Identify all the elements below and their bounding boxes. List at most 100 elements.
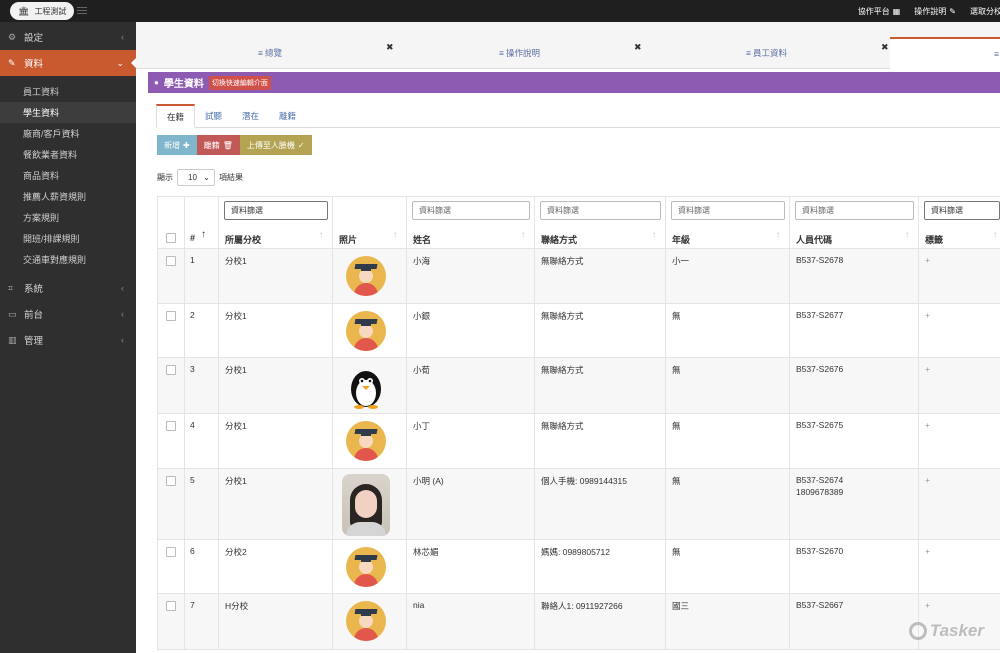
sidebar-item-staff[interactable]: 員工資料 <box>0 81 136 102</box>
row-checkbox[interactable] <box>166 365 176 375</box>
select-all-checkbox[interactable] <box>166 233 176 243</box>
sidebar-group-data[interactable]: ✎ 資料 ⌄ <box>0 50 137 76</box>
add-tag-button[interactable]: + <box>925 475 930 485</box>
tab-enrolled[interactable]: 在籍 <box>156 104 196 128</box>
sidebar-group-settings[interactable]: ⚙ 設定 ‹ <box>0 24 136 50</box>
close-icon[interactable]: ✖ <box>881 42 889 53</box>
row-branch: 分校1 <box>225 365 247 375</box>
header-contact[interactable]: 聯絡方式 <box>541 233 577 246</box>
row-grade: 國三 <box>672 601 690 611</box>
sort-icon[interactable]: ↑ <box>905 230 909 239</box>
sort-icon[interactable]: ↑ <box>993 230 997 239</box>
tab-trial[interactable]: 試聽 <box>195 104 232 128</box>
sort-icon[interactable]: ↑ <box>521 230 525 239</box>
sidebar-item-class-rules[interactable]: 開班/排課規則 <box>0 228 136 249</box>
column-filter-input[interactable]: 資料篩選 <box>671 201 785 220</box>
sidebar-group-frontend[interactable]: ▭ 前台 ‹ <box>0 301 136 327</box>
sidebar-item-caterers[interactable]: 餐飲業者資料 <box>0 144 136 165</box>
sidebar-item-bus-rules[interactable]: 交通車對應規則 <box>0 249 136 270</box>
column-filter-input[interactable]: 資料篩選 <box>924 201 1000 220</box>
header-code[interactable]: 人員代碼 <box>796 233 832 246</box>
sidebar-item-referral-rules[interactable]: 推薦人薪資規則 <box>0 186 136 207</box>
row-contact: 無聯絡方式 <box>541 311 584 321</box>
student-avatar-graduate-icon[interactable] <box>346 311 386 351</box>
header-branch[interactable]: 所屬分校 <box>225 233 261 246</box>
student-avatar-graduate-icon[interactable] <box>346 547 386 587</box>
tab-left[interactable]: 離籍 <box>269 104 306 128</box>
column-filter-input[interactable]: 資料篩選 <box>540 201 661 220</box>
row-grade: 小一 <box>672 256 690 266</box>
sidebar-group-manage[interactable]: ▥ 管理 ‹ <box>0 327 136 353</box>
column-filter-input[interactable]: 資料篩選 <box>412 201 530 220</box>
sort-icon[interactable]: ↑ <box>393 230 397 239</box>
header-num[interactable]: # <box>190 233 195 243</box>
column-filter-input[interactable]: 資料篩選 <box>224 201 328 220</box>
tab-staff[interactable]: ≡ 員工資料 ✖ <box>646 38 890 68</box>
top-nav-help[interactable]: 操作說明 ✎ <box>914 6 956 17</box>
add-tag-button[interactable]: + <box>925 600 930 610</box>
add-tag-button[interactable]: + <box>925 255 930 265</box>
page-length-select[interactable]: 10 ⌄ <box>177 168 215 186</box>
tab-help[interactable]: ≡ 操作說明 ✖ <box>396 38 642 68</box>
row-checkbox[interactable] <box>166 256 176 266</box>
menu-toggle-icon[interactable] <box>77 5 87 15</box>
student-photo[interactable] <box>342 474 390 536</box>
student-avatar-graduate-icon[interactable] <box>346 256 386 296</box>
student-avatar-graduate-icon[interactable] <box>346 601 386 641</box>
header-tag[interactable]: 標籤 <box>925 233 943 246</box>
bank-icon: 🏛 <box>18 5 30 16</box>
tab-students-active[interactable]: ≡ <box>890 37 1000 69</box>
sidebar-group-label: 前台 <box>24 310 44 321</box>
sort-icon[interactable]: ↑ <box>776 230 780 239</box>
row-checkbox[interactable] <box>166 547 176 557</box>
sidebar-item-plan-rules[interactable]: 方案規則 <box>0 207 136 228</box>
tag-icon: ⌗ <box>8 282 14 293</box>
main-content: ≡ 總覽 ✖ ≡ 操作說明 ✖ ≡ 員工資料 ✖ ≡ ● 學生資料 切換快速編輯介面 … <box>136 22 1000 653</box>
top-nav-branch[interactable]: 選取分校 <box>970 6 1000 17</box>
add-tag-button[interactable]: + <box>925 420 930 430</box>
student-avatar-graduate-icon[interactable] <box>346 421 386 461</box>
row-name: nia <box>413 600 425 610</box>
link-icon: ✎ <box>949 6 956 16</box>
row-checkbox[interactable] <box>166 421 176 431</box>
top-nav-collab[interactable]: 協作平台 ▦ <box>858 6 901 17</box>
add-tag-button[interactable]: + <box>925 310 930 320</box>
add-tag-button[interactable]: + <box>925 364 930 374</box>
show-prefix: 顯示 <box>157 172 173 182</box>
sort-icon[interactable]: ↑ <box>652 230 656 239</box>
close-icon[interactable]: ✖ <box>634 42 642 53</box>
sidebar: ⚙ 設定 ‹ ✎ 資料 ⌄ 員工資料 學生資料 廠商/客戶資料 餐飲業者資料 商… <box>0 22 137 653</box>
upload-face-button[interactable]: 上傳至人臉機 ✓ <box>239 135 312 155</box>
sidebar-item-products[interactable]: 商品資料 <box>0 165 136 186</box>
row-grade: 無 <box>672 547 681 557</box>
row-checkbox[interactable] <box>166 476 176 486</box>
add-tag-button[interactable]: + <box>925 546 930 556</box>
table-cell <box>919 249 1000 304</box>
header-grade[interactable]: 年級 <box>672 233 690 246</box>
row-code: B537-S2674 <box>796 475 844 485</box>
sort-icon[interactable]: ↑ <box>319 230 323 239</box>
sidebar-item-vendors[interactable]: 廠商/客戶資料 <box>0 123 136 144</box>
row-number: 2 <box>190 310 195 320</box>
row-name: 小明 (A) <box>413 476 444 486</box>
add-button[interactable]: 新增 ✚ <box>157 135 197 155</box>
brand-pill[interactable]: 🏛 工程測試 <box>10 2 75 20</box>
tab-potential[interactable]: 潛在 <box>232 104 269 128</box>
header-name[interactable]: 姓名 <box>413 233 431 246</box>
row-code: B537-S2667 <box>796 600 844 610</box>
close-icon[interactable]: ✖ <box>386 42 394 53</box>
student-avatar-penguin-icon[interactable] <box>346 365 386 409</box>
column-filter-input[interactable]: 資料篩選 <box>795 201 914 220</box>
quick-edit-toggle[interactable]: 切換快速編輯介面 <box>208 75 271 90</box>
header-photo[interactable]: 照片 <box>339 233 357 246</box>
sort-icon[interactable]: ↑ <box>201 229 206 240</box>
row-contact: 無聯絡方式 <box>541 421 584 431</box>
row-number: 4 <box>190 420 195 430</box>
sidebar-group-system[interactable]: ⌗ 系統 ‹ <box>0 275 136 301</box>
sidebar-item-students[interactable]: 學生資料 <box>0 102 136 123</box>
row-checkbox[interactable] <box>166 311 176 321</box>
tab-overview[interactable]: ≡ 總覽 ✖ <box>136 38 394 68</box>
row-checkbox[interactable] <box>166 601 176 611</box>
page-length-control: 顯示 10 ⌄ 項結果 <box>157 168 243 186</box>
leave-button[interactable]: 離籍 🗑 <box>196 135 240 155</box>
